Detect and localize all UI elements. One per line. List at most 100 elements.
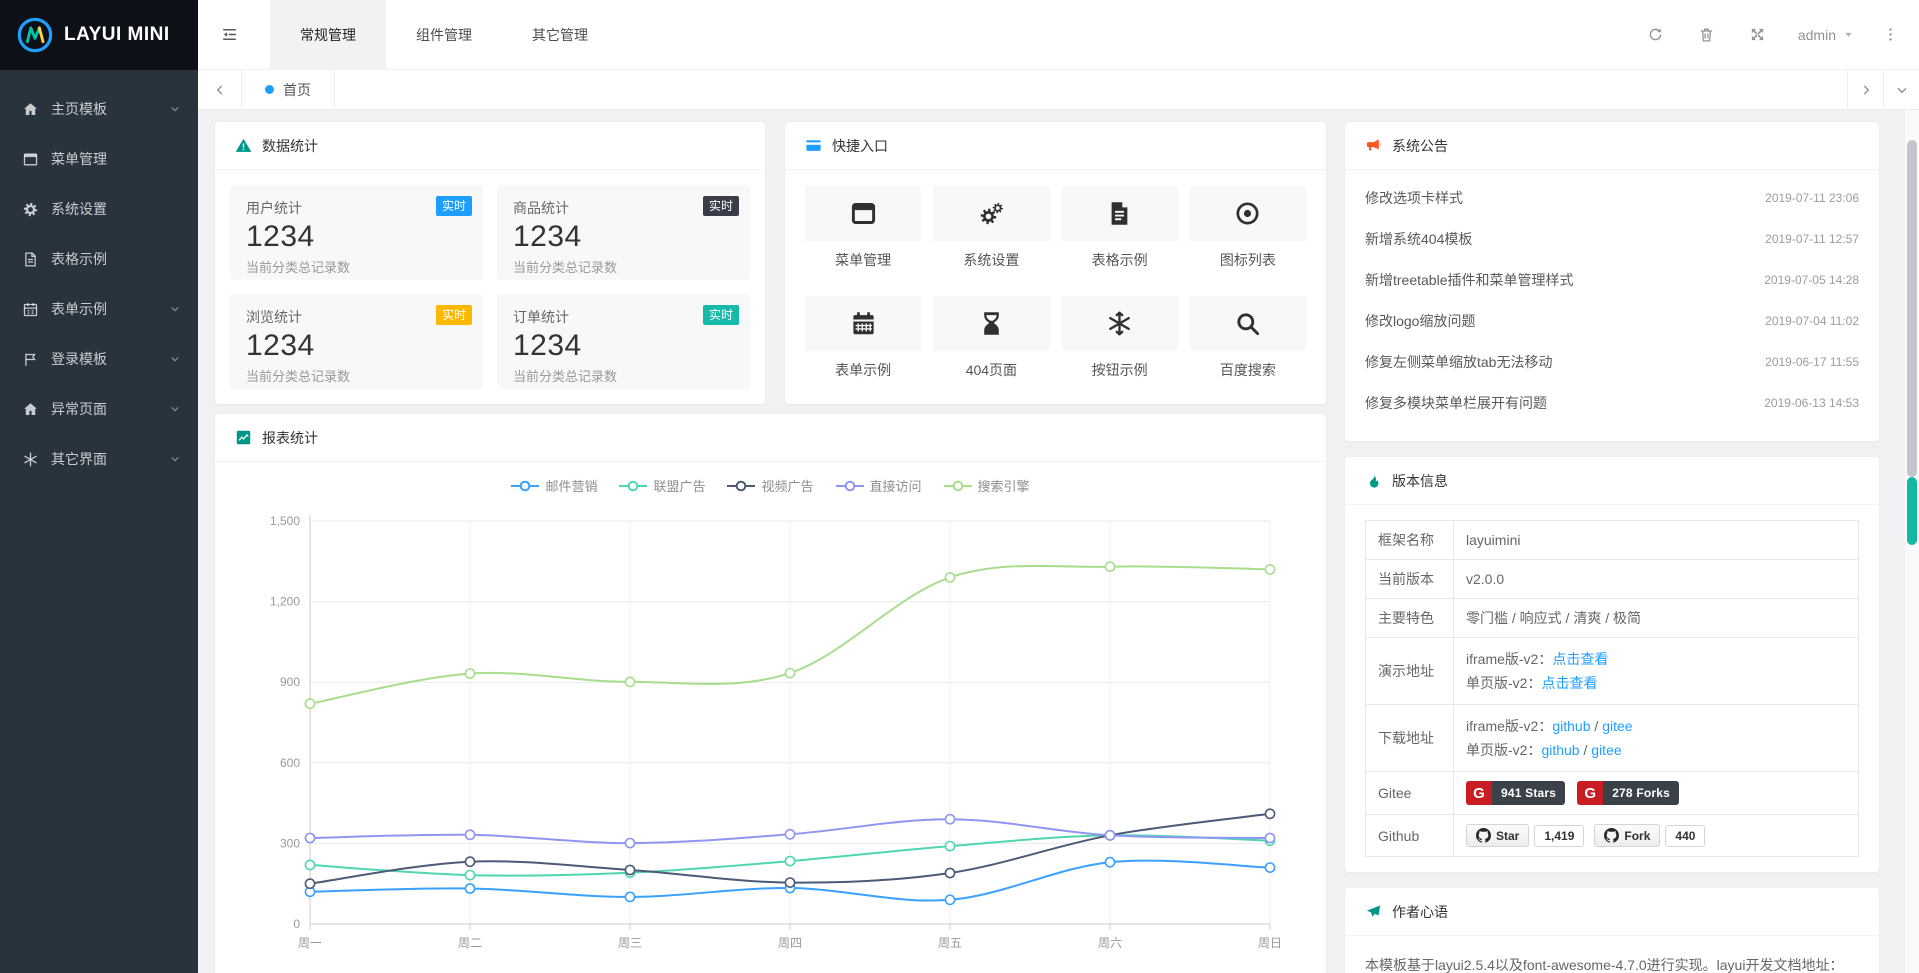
quick-entry-gears[interactable]: 系统设置 [933,186,1049,270]
announcement-item[interactable]: 修改logo缩放问题 2019-07-04 11:02 [1365,300,1859,341]
stat-box: 用户统计 实时 1234 当前分类总记录数 [230,185,483,280]
topnav-tab-1[interactable]: 组件管理 [386,0,502,69]
sidebar-item-label: 异常页面 [51,399,107,419]
legend-item-联盟广告[interactable]: 联盟广告 [619,476,705,495]
stat-sublabel: 当前分类总记录数 [246,366,467,385]
legend-label: 直接访问 [870,476,922,495]
sidebar-item-other-ui[interactable]: 其它界面 [0,434,198,484]
sidebar-item-table-example[interactable]: 表格示例 [0,234,198,284]
svg-text:周四: 周四 [778,936,802,950]
legend-label: 视频广告 [761,476,813,495]
svg-text:周六: 周六 [1098,936,1122,950]
window-icon [805,186,921,241]
legend-label: 联盟广告 [653,476,705,495]
header: 常规管理组件管理其它管理 admin [198,0,1919,70]
quick-entry-circle-dot[interactable]: 图标列表 [1190,186,1306,270]
quick-entry-snowflake[interactable]: 按钮示例 [1062,296,1178,380]
tab-bar-right-controls [1847,70,1919,109]
quick-entry-title: 快捷入口 [832,136,888,156]
download-iframe-gitee-link[interactable]: gitee [1602,718,1632,734]
user-dropdown[interactable]: admin [1783,0,1869,70]
sidebar-item-menu-manage[interactable]: 菜单管理 [0,134,198,184]
legend-item-直接访问[interactable]: 直接访问 [836,476,922,495]
report-stats-header: 报表统计 [215,414,1326,462]
announcements-header: 系统公告 [1345,122,1879,170]
more-vertical-icon [1882,26,1899,43]
page-scrollbar[interactable] [1905,110,1919,973]
gitee-stars-badge[interactable]: G941 Stars [1466,781,1565,805]
legend-item-搜索引擎[interactable]: 搜索引擎 [944,476,1030,495]
legend-item-邮件营销[interactable]: 邮件营销 [511,476,597,495]
window-line-icon [22,151,39,168]
sidebar-item-login-template[interactable]: 登录模板 [0,334,198,384]
download-spa-github-link[interactable]: github [1541,742,1579,758]
svg-text:600: 600 [280,756,300,770]
gitee-forks-badge[interactable]: G278 Forks [1577,781,1679,805]
svg-text:900: 900 [280,675,300,689]
github-star-count[interactable]: 1,419 [1534,825,1584,847]
sidebar-item-label: 其它界面 [51,449,107,469]
quick-entry-search[interactable]: 百度搜索 [1190,296,1306,380]
svg-text:周二: 周二 [458,936,482,950]
legend-marker [511,480,539,492]
app-logo[interactable]: LAYUI MINI [0,0,198,70]
quick-entry-file[interactable]: 表格示例 [1062,186,1178,270]
github-fork-button[interactable]: Fork [1594,824,1660,847]
quick-entry-header: 快捷入口 [785,122,1326,170]
chevron-down-icon [168,102,182,116]
file-icon [1062,186,1178,241]
svg-text:周三: 周三 [618,936,642,950]
tabs-scroll-right-button[interactable] [1847,70,1883,109]
demo-iframe-link[interactable]: 点击查看 [1552,651,1608,667]
version-info-title: 版本信息 [1392,471,1448,491]
legend-label: 邮件营销 [545,476,597,495]
more-button[interactable] [1869,0,1911,70]
file-line-icon [22,251,39,268]
announcement-item[interactable]: 修改选项卡样式 2019-07-11 23:06 [1365,177,1859,218]
data-stats-title: 数据统计 [262,136,318,156]
quick-entry-window[interactable]: 菜单管理 [805,186,921,270]
sidebar-item-form-example[interactable]: 表单示例 [0,284,198,334]
legend-item-视频广告[interactable]: 视频广告 [727,476,813,495]
fullscreen-button[interactable] [1732,0,1783,70]
scrollbar-thumb-gray[interactable] [1907,140,1917,477]
sidebar-item-home-template[interactable]: 主页模板 [0,84,198,134]
stat-box: 浏览统计 实时 1234 当前分类总记录数 [230,294,483,389]
line-chart-icon [235,429,252,446]
tabs-menu-button[interactable] [1883,70,1919,109]
table-row: 演示地址 iframe版-v2：点击查看 单页版-v2：点击查看 [1366,638,1859,705]
collapse-sidebar-button[interactable] [198,0,260,69]
sidebar-item-system-setting[interactable]: 系统设置 [0,184,198,234]
github-star-button[interactable]: Star [1466,824,1529,847]
announcement-item[interactable]: 新增系统404模板 2019-07-11 12:57 [1365,218,1859,259]
scrollbar-thumb-teal[interactable] [1907,477,1917,545]
version-row-label: 当前版本 [1366,560,1454,599]
download-spa-gitee-link[interactable]: gitee [1591,742,1621,758]
announcement-text: 修改logo缩放问题 [1365,311,1475,331]
topnav-tab-2[interactable]: 其它管理 [502,0,618,69]
quick-entry-grid: 菜单管理 系统设置 表格示例 图标列表 表单示例 404页面 按钮示例 百度搜索 [785,170,1326,396]
announcement-item[interactable]: 新增treetable插件和菜单管理样式 2019-07-05 14:28 [1365,259,1859,300]
github-fork-count[interactable]: 440 [1665,825,1705,847]
announcement-text: 修复多模块菜单栏展开有问题 [1365,393,1547,413]
quick-entry-hourglass[interactable]: 404页面 [933,296,1049,380]
refresh-button[interactable] [1630,0,1681,70]
author-words-title: 作者心语 [1392,902,1448,922]
demo-spa-link[interactable]: 点击查看 [1541,675,1597,691]
announcement-item[interactable]: 修复多模块菜单栏展开有问题 2019-06-13 14:53 [1365,382,1859,423]
chevron-down-icon [168,352,182,366]
tabs-scroll-left-button[interactable] [198,70,242,109]
download-iframe-github-link[interactable]: github [1552,718,1590,734]
quick-entry-calendar[interactable]: 表单示例 [805,296,921,380]
quick-entry-label: 表单示例 [805,360,921,380]
version-info-card: 版本信息 框架名称 layuimini 当前版本 v2.0.0 主要特色 零门槛… [1345,457,1879,872]
sidebar-item-error-page[interactable]: 异常页面 [0,384,198,434]
tab-bar: 首页 [198,70,1919,110]
tab-home[interactable]: 首页 [242,70,335,109]
announcement-date: 2019-07-11 12:57 [1765,232,1859,246]
announcement-item[interactable]: 修复左侧菜单缩放tab无法移动 2019-06-17 11:55 [1365,341,1859,382]
topnav-tab-0[interactable]: 常规管理 [270,0,386,69]
circle-dot-icon [1190,186,1306,241]
clear-cache-button[interactable] [1681,0,1732,70]
quick-entry-label: 系统设置 [933,250,1049,270]
